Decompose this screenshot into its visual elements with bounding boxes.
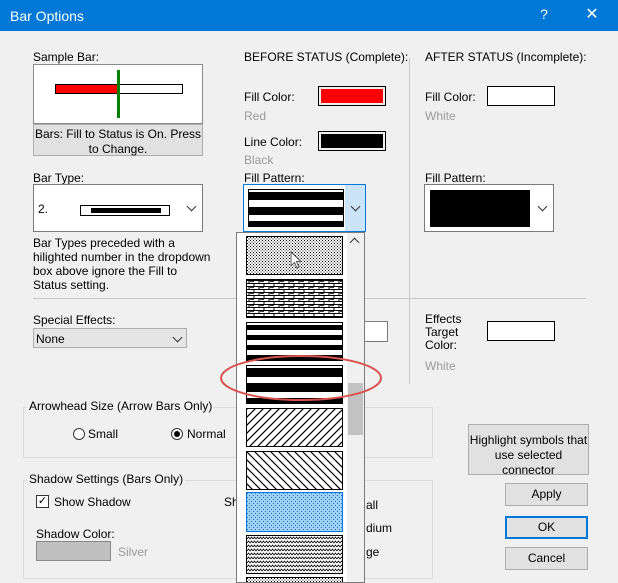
sample-bar-fill — [56, 85, 118, 93]
before-fill-pattern-label: Fill Pattern: — [244, 171, 305, 185]
shadow-color-swatch[interactable] — [36, 541, 111, 561]
red-highlight-ellipse — [220, 355, 382, 401]
pattern-option-diagonal-right[interactable] — [246, 408, 343, 447]
show-shadow-label: Show Shadow — [54, 495, 131, 509]
before-line-color-label: Line Color: — [244, 135, 303, 149]
after-fill-pattern-dropdown[interactable] — [424, 184, 554, 232]
before-fill-color-value: Red — [244, 109, 267, 123]
shadow-color-value: Silver — [118, 545, 149, 559]
highlight-symbols-button-label: Highlight symbols that use selected conn… — [469, 433, 588, 477]
fill-to-status-button[interactable]: Bars: Fill to Status is On. Press to Cha… — [33, 124, 203, 156]
pattern-option-weave[interactable] — [246, 279, 343, 318]
chevron-down-icon — [350, 201, 361, 212]
chevron-down-icon — [172, 332, 183, 343]
shadow-size-option-partial: ge — [366, 545, 380, 559]
after-fill-color-value: White — [425, 109, 456, 123]
arrowhead-size-group-label: Arrowhead Size (Arrow Bars Only) — [27, 399, 215, 413]
bar-type-label: Bar Type: — [33, 171, 85, 185]
title-bar: Bar Options ? ✕ — [0, 0, 618, 31]
chevron-down-icon — [186, 201, 197, 212]
sample-bar-preview — [33, 64, 203, 124]
show-shadow-checkbox[interactable]: ✓ — [36, 495, 49, 508]
effects-target-color-swatch[interactable] — [487, 321, 555, 341]
pattern-option-partial[interactable] — [246, 577, 343, 583]
pattern-option-zigzag[interactable] — [246, 535, 343, 574]
ok-button-label: OK — [537, 520, 556, 534]
before-fill-color-label: Fill Color: — [244, 90, 295, 104]
bar-type-preview — [80, 205, 170, 216]
help-button[interactable]: ? — [536, 6, 552, 22]
effects-target-color-label: Effects Target Color: — [425, 312, 462, 352]
after-fill-pattern-label: Fill Pattern: — [425, 171, 486, 185]
shadow-size-option-partial: all — [366, 498, 379, 512]
arrowhead-small-radio[interactable] — [73, 428, 85, 440]
before-line-color-swatch[interactable] — [318, 131, 386, 151]
after-fill-color-swatch[interactable] — [487, 86, 555, 106]
bar-type-number: 2. — [38, 202, 49, 216]
sample-bar-status-line — [117, 70, 120, 118]
arrowhead-normal-label: Normal — [187, 427, 226, 441]
fill-to-status-button-label: Bars: Fill to Status is On. Press to Cha… — [34, 127, 202, 156]
before-status-header: BEFORE STATUS (Complete): — [244, 50, 409, 64]
special-effects-dropdown[interactable]: None — [33, 328, 187, 348]
before-line-color-value: Black — [244, 153, 274, 167]
pattern-option-highlighted[interactable] — [246, 492, 343, 532]
dropdown-arrow-area[interactable] — [345, 185, 365, 231]
chevron-down-icon — [537, 201, 548, 212]
cancel-button-label: Cancel — [527, 551, 566, 565]
after-status-header: AFTER STATUS (Incomplete): — [425, 50, 587, 64]
pattern-option-diagonal-left[interactable] — [246, 451, 343, 490]
ok-button[interactable]: OK — [505, 516, 588, 539]
apply-button-label: Apply — [531, 487, 562, 501]
scroll-up-arrow-icon[interactable] — [349, 237, 360, 248]
bar-options-dialog: Bar Options ? ✕ Sample Bar: Bars: Fill t… — [0, 0, 618, 583]
pattern-list-scrollbar[interactable] — [347, 233, 364, 582]
selected-pattern-preview — [248, 189, 344, 227]
window-title: Bar Options — [10, 8, 84, 24]
sample-bar-label: Sample Bar: — [33, 50, 100, 64]
shadow-settings-group-label: Shadow Settings (Bars Only) — [27, 472, 186, 486]
highlight-symbols-button[interactable]: Highlight symbols that use selected conn… — [468, 424, 589, 477]
after-pattern-preview — [430, 190, 530, 227]
apply-button[interactable]: Apply — [505, 483, 588, 506]
cancel-button[interactable]: Cancel — [505, 547, 588, 570]
effects-target-color-value: White — [425, 359, 456, 373]
special-effects-value: None — [36, 332, 65, 346]
bar-type-note: Bar Types preceded with a hilighted numb… — [33, 236, 211, 292]
before-fill-color-swatch[interactable] — [318, 86, 386, 106]
after-fill-color-label: Fill Color: — [425, 90, 476, 104]
mouse-pointer-icon — [290, 251, 303, 269]
arrowhead-small-label: Small — [88, 427, 119, 441]
close-button[interactable]: ✕ — [582, 4, 602, 24]
fill-pattern-list[interactable] — [236, 232, 365, 583]
shadow-color-label: Shadow Color: — [36, 527, 115, 541]
arrowhead-normal-radio[interactable] — [171, 428, 183, 440]
special-effects-label: Special Effects: — [33, 313, 116, 327]
shadow-size-option-partial: dium — [366, 521, 393, 535]
bar-type-dropdown[interactable]: 2. — [33, 184, 203, 232]
check-icon: ✓ — [37, 495, 48, 507]
column-separator — [409, 58, 410, 384]
before-fill-pattern-dropdown[interactable] — [243, 184, 366, 232]
